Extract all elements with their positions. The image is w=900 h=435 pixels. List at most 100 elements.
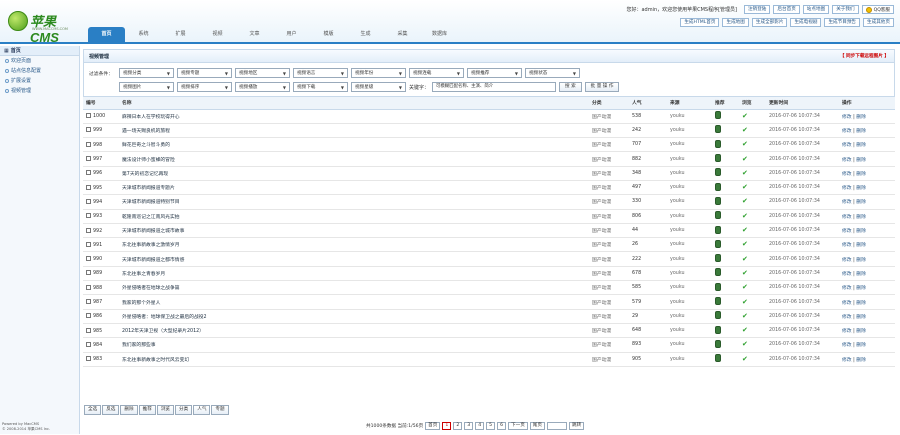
edit-link[interactable]: 修改 <box>842 301 852 306</box>
cell-name[interactable]: 乾隆南巡记之江南风光实拍 <box>119 209 589 224</box>
sidebar-item-extend[interactable]: 扩展设置 <box>0 76 79 86</box>
row-checkbox[interactable] <box>86 184 91 190</box>
cell-name[interactable]: 我家的那个外星人 <box>119 294 589 310</box>
tab-database[interactable]: 数据库 <box>421 27 458 42</box>
bulk-browse-button[interactable]: 浏览 <box>156 405 175 415</box>
pager-last[interactable]: 尾页 <box>529 422 545 430</box>
delete-link[interactable]: 删除 <box>856 243 866 248</box>
col-id[interactable]: 编号 <box>83 97 119 110</box>
cell-browse[interactable]: ✔ <box>739 194 766 210</box>
cell-recommend[interactable] <box>712 194 739 210</box>
row-checkbox[interactable] <box>86 241 91 247</box>
delete-link[interactable]: 删除 <box>856 315 866 320</box>
delete-link[interactable]: 删除 <box>856 186 866 191</box>
cell-browse[interactable]: ✔ <box>739 223 766 239</box>
row-checkbox[interactable] <box>86 256 91 262</box>
edit-link[interactable]: 修改 <box>842 129 852 134</box>
filter-rating-select[interactable]: 视频星级 ▼ <box>351 82 406 92</box>
filter-recommend-select[interactable]: 视频推荐 ▼ <box>467 68 522 78</box>
cell-browse[interactable]: ✔ <box>739 123 766 139</box>
cell-recommend[interactable] <box>712 237 739 253</box>
row-checkbox[interactable] <box>86 227 91 233</box>
cell-name[interactable]: 第7天的初恋记忆再现 <box>119 166 589 181</box>
pager-next[interactable]: 下一页 <box>508 422 528 430</box>
cell-name[interactable]: 天津城市新闻报道之城市故事 <box>119 223 589 239</box>
cell-name[interactable]: 魔法设计师小蜜蜂的冒险 <box>119 151 589 167</box>
cell-browse[interactable]: ✔ <box>739 237 766 253</box>
cell-browse[interactable]: ✔ <box>739 151 766 167</box>
tab-extend[interactable]: 扩展 <box>162 27 199 42</box>
cell-browse[interactable]: ✔ <box>739 294 766 310</box>
sidebar-item-site-config[interactable]: 站点信息配置 <box>0 66 79 76</box>
edit-link[interactable]: 修改 <box>842 158 852 163</box>
cell-name[interactable]: 东北往事新故事之激情岁月 <box>119 237 589 253</box>
tab-generate[interactable]: 生成 <box>347 27 384 42</box>
delete-link[interactable]: 删除 <box>856 115 866 120</box>
row-checkbox[interactable] <box>86 341 91 347</box>
admin-home-link[interactable]: 后台首页 <box>773 5 800 14</box>
edit-link[interactable]: 修改 <box>842 172 852 177</box>
cell-name[interactable]: 外星侵略者：地球保卫战之最后的战役2 <box>119 309 589 324</box>
filter-area-select[interactable]: 视频地区 ▼ <box>235 68 290 78</box>
sync-images-link[interactable]: 【 同步下载远程图片 】 <box>840 53 889 59</box>
row-checkbox[interactable] <box>86 113 91 119</box>
cell-browse[interactable]: ✔ <box>739 323 766 339</box>
cell-recommend[interactable] <box>712 251 739 267</box>
edit-link[interactable]: 修改 <box>842 186 852 191</box>
edit-link[interactable]: 修改 <box>842 343 852 348</box>
cell-name[interactable]: 天津城市新闻报道特别节目 <box>119 194 589 210</box>
cell-name[interactable]: 我们家的那些事 <box>119 337 589 353</box>
bulk-category-button[interactable]: 分类 <box>175 405 193 415</box>
cell-recommend[interactable] <box>712 352 739 367</box>
row-checkbox[interactable] <box>86 213 91 219</box>
gen-all-link[interactable]: 生成全部影片 <box>751 18 788 27</box>
gen-home-link[interactable]: 生成HTML首页 <box>680 18 720 27</box>
edit-link[interactable]: 修改 <box>842 272 852 277</box>
filter-language-select[interactable]: 视频语言 ▼ <box>293 68 348 78</box>
cell-name[interactable]: 外星侵略者在地球之战争篇 <box>119 280 589 296</box>
cell-recommend[interactable] <box>712 337 739 353</box>
batch-operation-button[interactable]: 批 量 操 作 <box>584 82 620 92</box>
pager-page-2[interactable]: 2 <box>453 422 463 430</box>
pager-page-3[interactable]: 3 <box>464 422 474 430</box>
edit-link[interactable]: 修改 <box>842 258 852 263</box>
delete-link[interactable]: 删除 <box>856 158 866 163</box>
cell-browse[interactable]: ✔ <box>739 280 766 296</box>
edit-link[interactable]: 修改 <box>842 315 852 320</box>
cell-recommend[interactable] <box>712 137 739 153</box>
delete-link[interactable]: 删除 <box>856 215 866 220</box>
cell-recommend[interactable] <box>712 123 739 139</box>
row-checkbox[interactable] <box>86 327 91 333</box>
delete-link[interactable]: 删除 <box>856 229 866 234</box>
row-checkbox[interactable] <box>86 170 91 176</box>
sitemap-link[interactable]: 站点地图 <box>802 5 830 14</box>
cell-name[interactable]: 遇一场天赐良机的旅程 <box>119 123 589 139</box>
pager-page-1[interactable]: 1 <box>442 422 452 430</box>
gen-tv-link[interactable]: 生成电视剧 <box>790 18 822 27</box>
filter-play-select[interactable]: 视频播放 ▼ <box>235 82 290 92</box>
keyword-input[interactable]: 可模糊匹配名称、主演、简介 <box>432 82 557 92</box>
cell-browse[interactable]: ✔ <box>739 109 766 124</box>
cell-browse[interactable]: ✔ <box>739 352 766 367</box>
tab-template[interactable]: 模版 <box>310 27 347 42</box>
filter-category-select[interactable]: 视频分类 ▼ <box>119 68 174 78</box>
pager-page-5[interactable]: 5 <box>486 422 496 430</box>
bulk-topic-button[interactable]: 专题 <box>211 405 229 415</box>
cell-recommend[interactable] <box>712 309 739 324</box>
filter-status-select[interactable]: 视频状态 ▼ <box>525 68 580 78</box>
edit-link[interactable]: 修改 <box>842 358 852 363</box>
cell-name[interactable]: 天津城市新闻报道之都市情感 <box>119 251 589 267</box>
sidebar-item-welcome[interactable]: 欢迎页面 <box>0 56 79 66</box>
delete-link[interactable]: 删除 <box>856 129 866 134</box>
edit-link[interactable]: 修改 <box>842 329 852 334</box>
cell-recommend[interactable] <box>712 180 739 196</box>
cell-name[interactable]: 东北往事之青春岁月 <box>119 266 589 282</box>
delete-link[interactable]: 删除 <box>856 258 866 263</box>
edit-link[interactable]: 修改 <box>842 286 852 291</box>
edit-link[interactable]: 修改 <box>842 115 852 120</box>
filter-year-select[interactable]: 视频年份 ▼ <box>351 68 406 78</box>
cell-browse[interactable]: ✔ <box>739 166 766 181</box>
gen-other-link[interactable]: 生成其他页 <box>863 18 894 27</box>
page-jump-input[interactable] <box>547 422 567 430</box>
tab-system[interactable]: 系统 <box>125 27 162 42</box>
